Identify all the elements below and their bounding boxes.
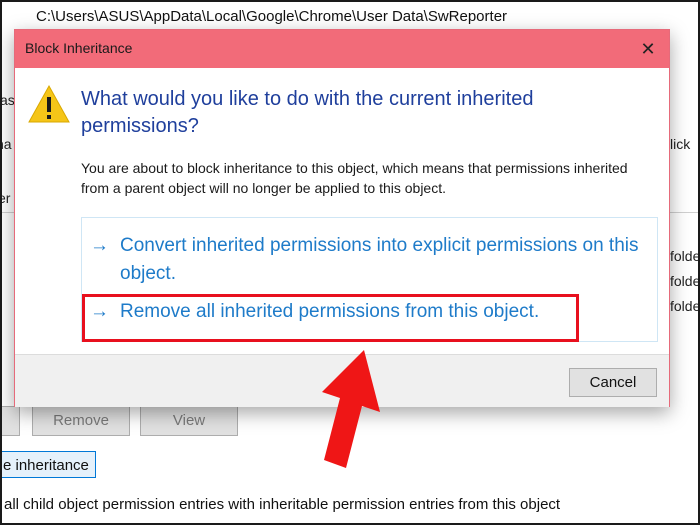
dialog-heading: What would you like to do with the curre… (81, 88, 534, 137)
close-icon[interactable]: ✕ (633, 34, 663, 64)
background-list-cell: folde (670, 248, 700, 264)
screenshot-frame: C:\Users\ASUS\AppData\Local\Google\Chrom… (0, 0, 700, 525)
arrow-right-icon: → (90, 235, 109, 256)
replace-child-permissions-label: all child object permission entries with… (4, 496, 561, 513)
arrow-right-icon: → (90, 301, 109, 322)
convert-inherited-permissions-option[interactable]: → Convert inherited permissions into exp… (90, 232, 650, 288)
background-text-fragment: as (0, 92, 15, 108)
background-add-button[interactable] (2, 406, 20, 436)
background-remove-button[interactable]: Remove (32, 406, 130, 436)
background-list-cell: folde (670, 298, 700, 314)
background-list-cell: folde (670, 273, 700, 289)
options-panel: → Convert inherited permissions into exp… (81, 217, 658, 342)
background-text-fragment: er (2, 190, 11, 206)
background-folder-path: C:\Users\ASUS\AppData\Local\Google\Chrom… (36, 8, 508, 25)
option-label: Convert inherited permissions into expli… (120, 235, 639, 284)
dialog-footer: Cancel (15, 354, 669, 407)
dialog-titlebar: Block Inheritance ✕ (15, 30, 669, 68)
block-inheritance-dialog: Block Inheritance ✕ What would you like … (14, 29, 670, 407)
dialog-title: Block Inheritance (25, 40, 133, 56)
option-label: Remove all inherited permissions from th… (120, 301, 540, 322)
disable-inheritance-button[interactable]: e inheritance (2, 451, 96, 478)
dialog-description: You are about to block inheritance to th… (81, 160, 628, 196)
warning-icon (28, 84, 70, 123)
cancel-button[interactable]: Cancel (569, 368, 657, 397)
background-text-fragment: lick (670, 136, 691, 152)
remove-inherited-permissions-option[interactable]: → Remove all inherited permissions from … (90, 298, 590, 326)
background-text-fragment: na (2, 136, 12, 152)
background-view-button[interactable]: View (140, 406, 238, 436)
